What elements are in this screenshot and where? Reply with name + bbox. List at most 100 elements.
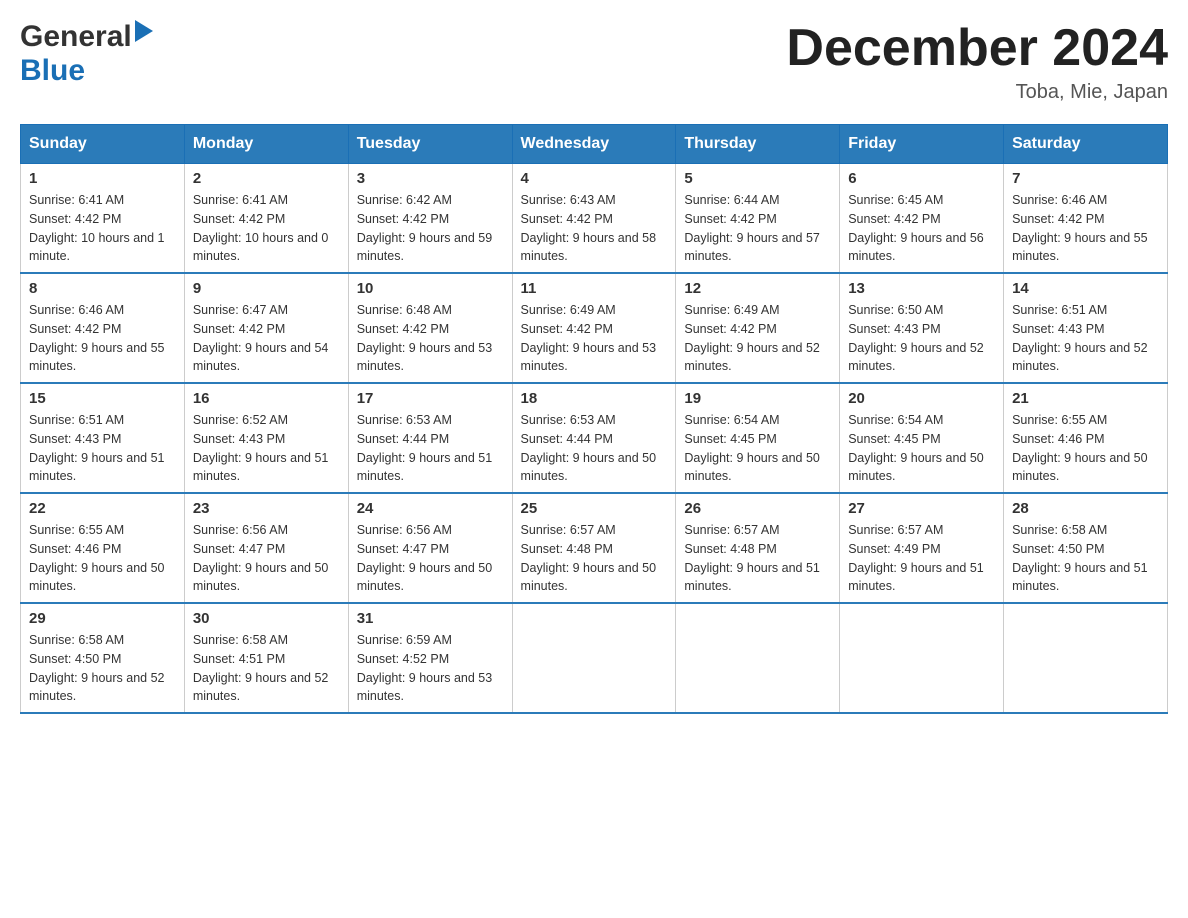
sunset-label: Sunset: 4:42 PM bbox=[29, 322, 121, 336]
day-cell: 16 Sunrise: 6:52 AM Sunset: 4:43 PM Dayl… bbox=[184, 383, 348, 493]
day-number: 2 bbox=[193, 170, 340, 187]
sunset-label: Sunset: 4:44 PM bbox=[357, 432, 449, 446]
day-number: 25 bbox=[521, 500, 668, 517]
sunrise-label: Sunrise: 6:54 AM bbox=[848, 413, 943, 427]
day-info: Sunrise: 6:41 AM Sunset: 4:42 PM Dayligh… bbox=[29, 191, 176, 266]
day-number: 22 bbox=[29, 500, 176, 517]
day-cell: 25 Sunrise: 6:57 AM Sunset: 4:48 PM Dayl… bbox=[512, 493, 676, 603]
day-cell: 15 Sunrise: 6:51 AM Sunset: 4:43 PM Dayl… bbox=[21, 383, 185, 493]
day-info: Sunrise: 6:45 AM Sunset: 4:42 PM Dayligh… bbox=[848, 191, 995, 266]
sunset-label: Sunset: 4:42 PM bbox=[357, 322, 449, 336]
day-number: 26 bbox=[684, 500, 831, 517]
day-cell: 6 Sunrise: 6:45 AM Sunset: 4:42 PM Dayli… bbox=[840, 164, 1004, 274]
logo-blue-text: Blue bbox=[20, 54, 85, 87]
sunset-label: Sunset: 4:46 PM bbox=[1012, 432, 1104, 446]
daylight-label: Daylight: 9 hours and 55 minutes. bbox=[29, 341, 165, 374]
day-cell bbox=[840, 603, 1004, 713]
sunrise-label: Sunrise: 6:43 AM bbox=[521, 193, 616, 207]
week-row-3: 15 Sunrise: 6:51 AM Sunset: 4:43 PM Dayl… bbox=[21, 383, 1168, 493]
day-info: Sunrise: 6:57 AM Sunset: 4:49 PM Dayligh… bbox=[848, 521, 995, 596]
day-info: Sunrise: 6:54 AM Sunset: 4:45 PM Dayligh… bbox=[848, 411, 995, 486]
day-info: Sunrise: 6:48 AM Sunset: 4:42 PM Dayligh… bbox=[357, 301, 504, 376]
day-number: 12 bbox=[684, 280, 831, 297]
daylight-label: Daylight: 9 hours and 51 minutes. bbox=[848, 561, 984, 594]
week-row-4: 22 Sunrise: 6:55 AM Sunset: 4:46 PM Dayl… bbox=[21, 493, 1168, 603]
sunrise-label: Sunrise: 6:53 AM bbox=[357, 413, 452, 427]
day-cell: 10 Sunrise: 6:48 AM Sunset: 4:42 PM Dayl… bbox=[348, 273, 512, 383]
header-tuesday: Tuesday bbox=[348, 125, 512, 164]
week-row-1: 1 Sunrise: 6:41 AM Sunset: 4:42 PM Dayli… bbox=[21, 164, 1168, 274]
day-number: 8 bbox=[29, 280, 176, 297]
logo-arrow-icon bbox=[135, 20, 153, 47]
week-row-2: 8 Sunrise: 6:46 AM Sunset: 4:42 PM Dayli… bbox=[21, 273, 1168, 383]
daylight-label: Daylight: 9 hours and 53 minutes. bbox=[357, 341, 493, 374]
header-saturday: Saturday bbox=[1004, 125, 1168, 164]
sunset-label: Sunset: 4:42 PM bbox=[684, 322, 776, 336]
sunset-label: Sunset: 4:42 PM bbox=[193, 322, 285, 336]
sunset-label: Sunset: 4:42 PM bbox=[521, 212, 613, 226]
day-number: 21 bbox=[1012, 390, 1159, 407]
day-info: Sunrise: 6:56 AM Sunset: 4:47 PM Dayligh… bbox=[357, 521, 504, 596]
sunset-label: Sunset: 4:50 PM bbox=[29, 652, 121, 666]
day-number: 17 bbox=[357, 390, 504, 407]
sunrise-label: Sunrise: 6:55 AM bbox=[1012, 413, 1107, 427]
sunset-label: Sunset: 4:43 PM bbox=[193, 432, 285, 446]
sunset-label: Sunset: 4:49 PM bbox=[848, 542, 940, 556]
day-info: Sunrise: 6:42 AM Sunset: 4:42 PM Dayligh… bbox=[357, 191, 504, 266]
daylight-label: Daylight: 9 hours and 59 minutes. bbox=[357, 231, 493, 264]
sunrise-label: Sunrise: 6:51 AM bbox=[29, 413, 124, 427]
day-cell: 23 Sunrise: 6:56 AM Sunset: 4:47 PM Dayl… bbox=[184, 493, 348, 603]
day-cell: 11 Sunrise: 6:49 AM Sunset: 4:42 PM Dayl… bbox=[512, 273, 676, 383]
sunset-label: Sunset: 4:43 PM bbox=[1012, 322, 1104, 336]
day-number: 9 bbox=[193, 280, 340, 297]
day-cell: 3 Sunrise: 6:42 AM Sunset: 4:42 PM Dayli… bbox=[348, 164, 512, 274]
header-wednesday: Wednesday bbox=[512, 125, 676, 164]
day-info: Sunrise: 6:54 AM Sunset: 4:45 PM Dayligh… bbox=[684, 411, 831, 486]
day-number: 13 bbox=[848, 280, 995, 297]
sunrise-label: Sunrise: 6:58 AM bbox=[193, 633, 288, 647]
daylight-label: Daylight: 9 hours and 50 minutes. bbox=[848, 451, 984, 484]
daylight-label: Daylight: 9 hours and 50 minutes. bbox=[29, 561, 165, 594]
sunrise-label: Sunrise: 6:49 AM bbox=[521, 303, 616, 317]
sunrise-label: Sunrise: 6:46 AM bbox=[1012, 193, 1107, 207]
day-number: 29 bbox=[29, 610, 176, 627]
daylight-label: Daylight: 9 hours and 55 minutes. bbox=[1012, 231, 1148, 264]
sunrise-label: Sunrise: 6:42 AM bbox=[357, 193, 452, 207]
day-info: Sunrise: 6:43 AM Sunset: 4:42 PM Dayligh… bbox=[521, 191, 668, 266]
day-number: 15 bbox=[29, 390, 176, 407]
day-number: 16 bbox=[193, 390, 340, 407]
sunrise-label: Sunrise: 6:45 AM bbox=[848, 193, 943, 207]
sunset-label: Sunset: 4:48 PM bbox=[521, 542, 613, 556]
day-info: Sunrise: 6:53 AM Sunset: 4:44 PM Dayligh… bbox=[357, 411, 504, 486]
daylight-label: Daylight: 9 hours and 57 minutes. bbox=[684, 231, 820, 264]
sunrise-label: Sunrise: 6:54 AM bbox=[684, 413, 779, 427]
day-cell bbox=[676, 603, 840, 713]
sunrise-label: Sunrise: 6:41 AM bbox=[193, 193, 288, 207]
sunrise-label: Sunrise: 6:51 AM bbox=[1012, 303, 1107, 317]
day-cell: 13 Sunrise: 6:50 AM Sunset: 4:43 PM Dayl… bbox=[840, 273, 1004, 383]
day-cell: 20 Sunrise: 6:54 AM Sunset: 4:45 PM Dayl… bbox=[840, 383, 1004, 493]
day-info: Sunrise: 6:49 AM Sunset: 4:42 PM Dayligh… bbox=[684, 301, 831, 376]
daylight-label: Daylight: 9 hours and 50 minutes. bbox=[684, 451, 820, 484]
day-info: Sunrise: 6:53 AM Sunset: 4:44 PM Dayligh… bbox=[521, 411, 668, 486]
sunrise-label: Sunrise: 6:47 AM bbox=[193, 303, 288, 317]
sunrise-label: Sunrise: 6:50 AM bbox=[848, 303, 943, 317]
daylight-label: Daylight: 9 hours and 58 minutes. bbox=[521, 231, 657, 264]
page-header: General Blue December 2024 Toba, Mie, Ja… bbox=[20, 20, 1168, 104]
day-info: Sunrise: 6:58 AM Sunset: 4:51 PM Dayligh… bbox=[193, 631, 340, 706]
day-cell: 7 Sunrise: 6:46 AM Sunset: 4:42 PM Dayli… bbox=[1004, 164, 1168, 274]
day-info: Sunrise: 6:57 AM Sunset: 4:48 PM Dayligh… bbox=[684, 521, 831, 596]
daylight-label: Daylight: 9 hours and 50 minutes. bbox=[521, 451, 657, 484]
day-number: 1 bbox=[29, 170, 176, 187]
day-info: Sunrise: 6:52 AM Sunset: 4:43 PM Dayligh… bbox=[193, 411, 340, 486]
daylight-label: Daylight: 9 hours and 51 minutes. bbox=[1012, 561, 1148, 594]
sunrise-label: Sunrise: 6:59 AM bbox=[357, 633, 452, 647]
sunrise-label: Sunrise: 6:55 AM bbox=[29, 523, 124, 537]
day-number: 18 bbox=[521, 390, 668, 407]
day-cell: 1 Sunrise: 6:41 AM Sunset: 4:42 PM Dayli… bbox=[21, 164, 185, 274]
day-info: Sunrise: 6:46 AM Sunset: 4:42 PM Dayligh… bbox=[29, 301, 176, 376]
sunset-label: Sunset: 4:42 PM bbox=[193, 212, 285, 226]
daylight-label: Daylight: 10 hours and 0 minutes. bbox=[193, 231, 329, 264]
day-cell: 21 Sunrise: 6:55 AM Sunset: 4:46 PM Dayl… bbox=[1004, 383, 1168, 493]
day-cell: 28 Sunrise: 6:58 AM Sunset: 4:50 PM Dayl… bbox=[1004, 493, 1168, 603]
